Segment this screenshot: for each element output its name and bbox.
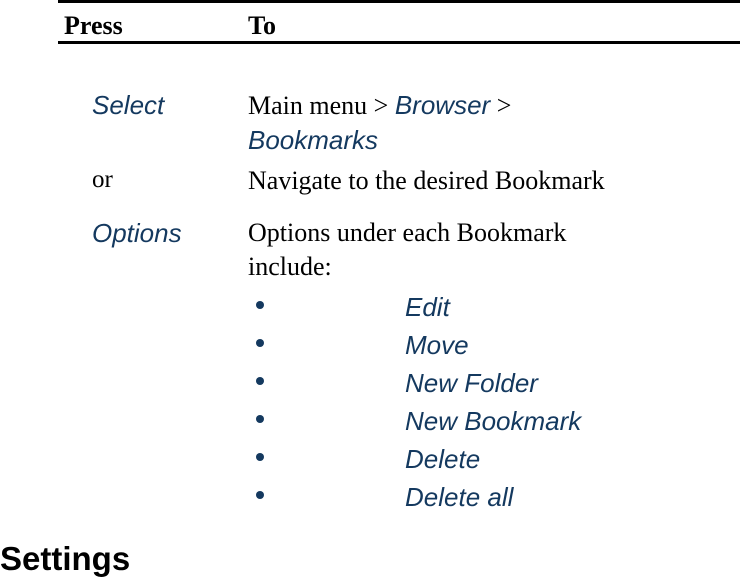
row-label-options: Options bbox=[92, 218, 182, 248]
bullet-icon bbox=[256, 301, 264, 309]
row-text-options-line2: include: bbox=[248, 252, 332, 281]
row-content-cell-or: Navigate to the desired Bookmark bbox=[240, 164, 740, 198]
page-title-settings: Settings bbox=[0, 540, 131, 577]
column-header-press: Press bbox=[64, 11, 123, 40]
press-to-table: Press To Select Main menu > Browser > Bo… bbox=[58, 0, 740, 512]
list-item-label: Delete bbox=[405, 444, 481, 474]
row-content-cell-select: Main menu > Browser > Bookmarks bbox=[240, 88, 740, 158]
table-row: or Navigate to the desired Bookmark bbox=[58, 164, 740, 198]
bullet-icon bbox=[256, 339, 264, 347]
list-item: Delete all bbox=[248, 480, 740, 518]
text-chevron-1: > bbox=[373, 91, 389, 120]
row-text-options-line1: Options under each Bookmark bbox=[248, 218, 567, 247]
bullet-icon bbox=[256, 491, 264, 499]
row-label-select: Select bbox=[92, 90, 165, 120]
row-label-or: or bbox=[92, 166, 113, 193]
row-content-cell-options: Options under each Bookmark include: Edi… bbox=[240, 216, 740, 518]
text-menu: menu bbox=[309, 91, 368, 120]
list-item: Edit bbox=[248, 290, 740, 328]
row-label-cell-or: or bbox=[58, 164, 240, 196]
text-chevron-2: > bbox=[496, 91, 512, 120]
list-item-label: Edit bbox=[405, 292, 450, 322]
bookmark-options-list: Edit Move New Folder New Bookmark Delete… bbox=[248, 290, 740, 518]
list-item-label: Delete all bbox=[405, 482, 514, 512]
text-main: Main bbox=[248, 91, 303, 120]
list-item-label: New Bookmark bbox=[405, 406, 582, 436]
header-cell-to: To bbox=[240, 11, 740, 41]
text-browser: Browser bbox=[394, 90, 491, 120]
table-row: Options Options under each Bookmark incl… bbox=[58, 216, 740, 518]
row-text-select-line2: Bookmarks bbox=[248, 123, 740, 158]
text-bookmarks: Bookmarks bbox=[248, 125, 379, 155]
list-item: New Folder bbox=[248, 366, 740, 404]
bullet-icon bbox=[256, 377, 264, 385]
list-item: Delete bbox=[248, 442, 740, 480]
table-row: Select Main menu > Browser > Bookmarks bbox=[58, 88, 740, 158]
table-header-rule bbox=[58, 41, 740, 44]
list-item-label: Move bbox=[405, 330, 469, 360]
row-text-select-line1: Main menu > Browser > bbox=[248, 88, 740, 123]
list-item-label: New Folder bbox=[405, 368, 538, 398]
header-cell-press: Press bbox=[58, 11, 240, 41]
row-label-cell-select: Select bbox=[58, 88, 240, 122]
bullet-icon bbox=[256, 453, 264, 461]
column-header-to: To bbox=[248, 11, 276, 40]
list-item: Move bbox=[248, 328, 740, 366]
table-header-row: Press To bbox=[58, 3, 740, 41]
bullet-icon bbox=[256, 415, 264, 423]
row-text-or-line1: Navigate to the desired Bookmark bbox=[248, 166, 605, 195]
list-item: New Bookmark bbox=[248, 404, 740, 442]
row-label-cell-options: Options bbox=[58, 216, 240, 250]
